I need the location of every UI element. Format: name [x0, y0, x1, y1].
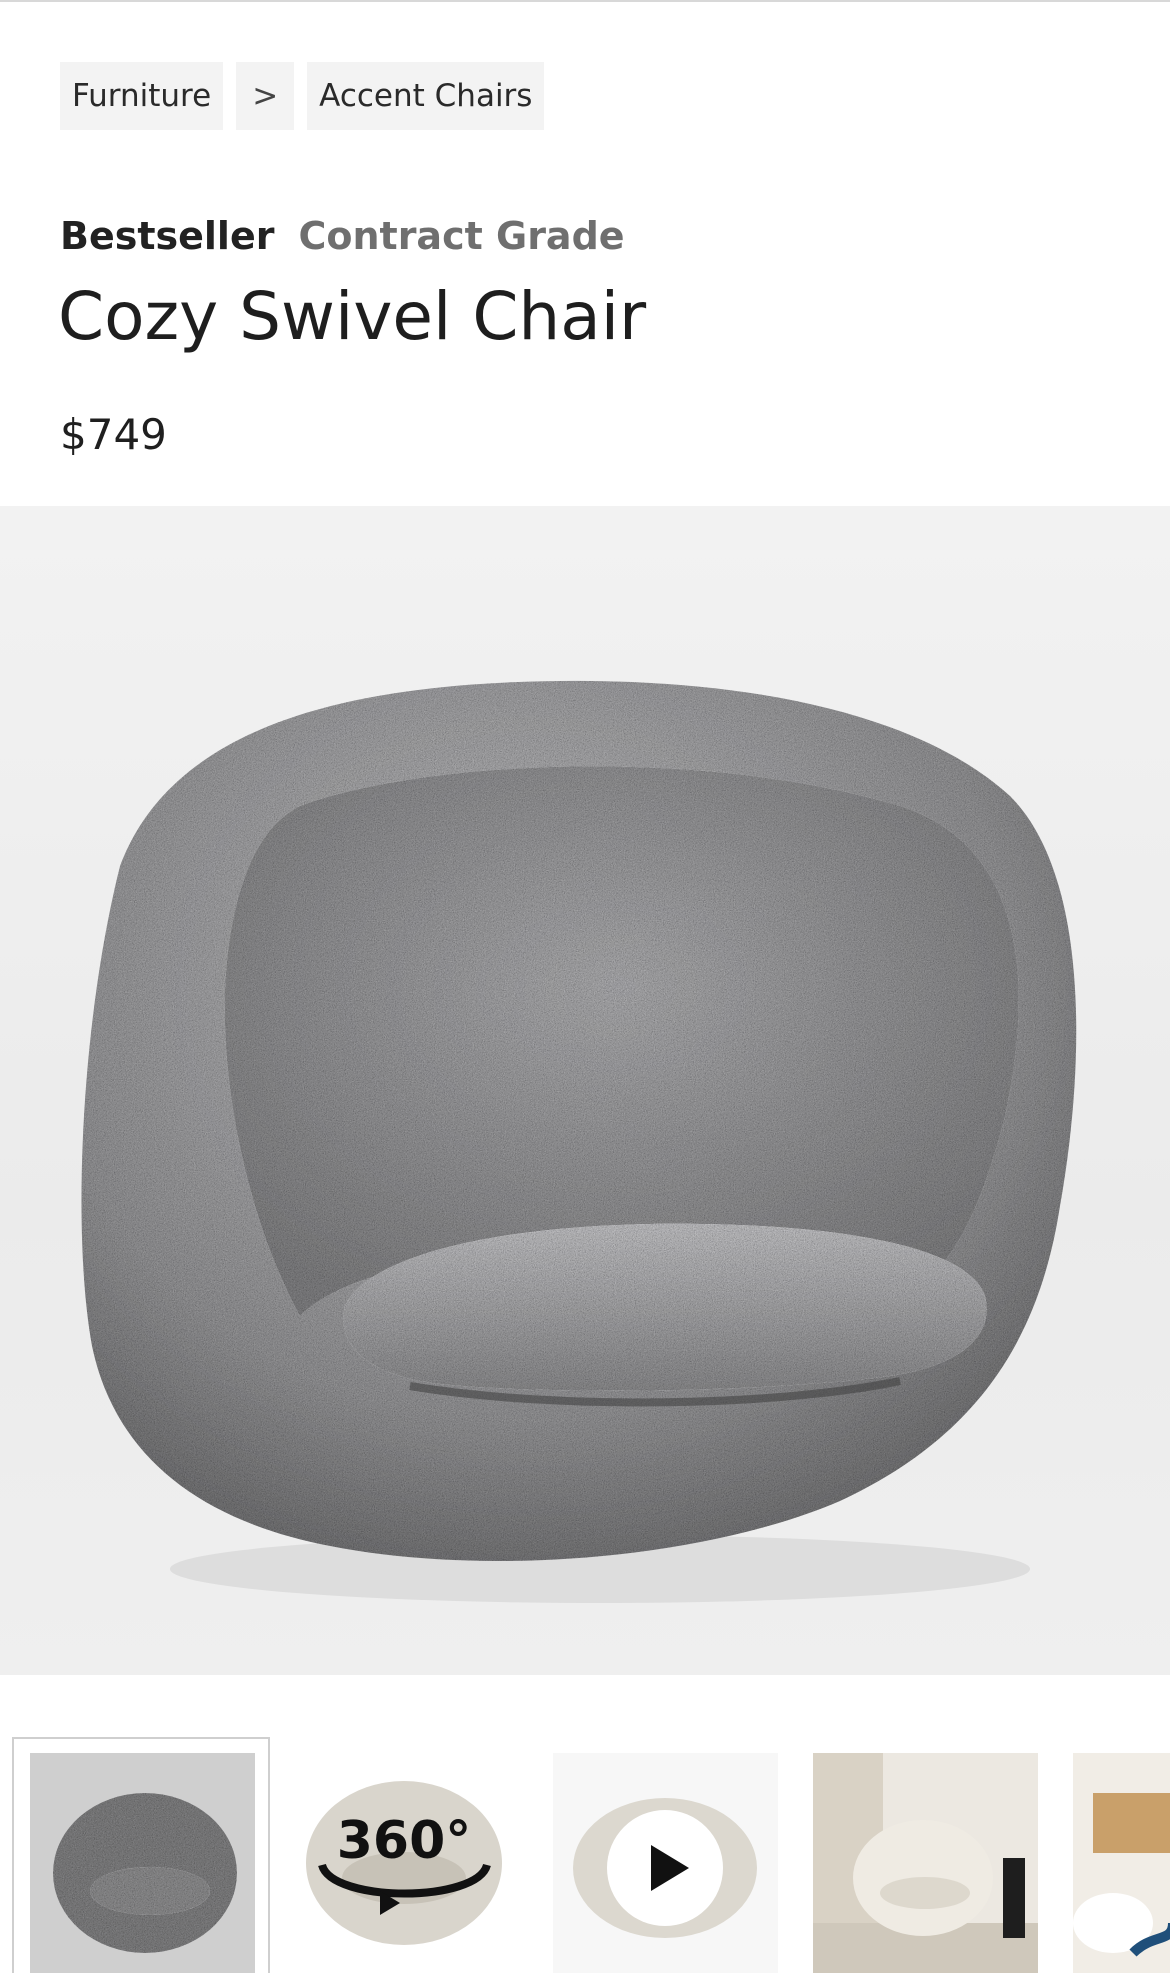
thumbnail-room-scene[interactable] — [813, 1753, 1038, 1973]
play-icon — [573, 1798, 757, 1938]
breadcrumb-separator: > — [236, 62, 295, 130]
breadcrumb: Furniture > Accent Chairs — [60, 62, 545, 130]
room-scene-image — [813, 1753, 1038, 1973]
thumbnail-gray-chair[interactable] — [30, 1753, 255, 1973]
chair-illustration — [81, 680, 1077, 1603]
breadcrumb-furniture[interactable]: Furniture — [60, 62, 224, 130]
bestseller-badge: Bestseller — [60, 214, 275, 258]
product-price: $749 — [60, 410, 167, 459]
contract-grade-badge: Contract Grade — [298, 214, 625, 258]
top-divider — [0, 0, 1170, 2]
chair-thumbnail-image — [30, 1753, 255, 1973]
view-360-icon: 360° — [306, 1781, 502, 1945]
thumbnail-room-scene-2[interactable] — [1073, 1753, 1170, 1973]
product-hero-image[interactable] — [0, 506, 1170, 1675]
product-title: Cozy Swivel Chair — [58, 278, 647, 355]
thumbnail-strip: 360° — [0, 1735, 1170, 1973]
room-scene-2-image — [1073, 1753, 1170, 1973]
thumbnail-video[interactable] — [553, 1753, 778, 1973]
product-badges: Bestseller Contract Grade — [60, 214, 625, 258]
thumbnail-360-view[interactable]: 360° — [292, 1753, 517, 1973]
svg-text:360°: 360° — [337, 1811, 472, 1871]
breadcrumb-accent-chairs[interactable]: Accent Chairs — [307, 62, 545, 130]
